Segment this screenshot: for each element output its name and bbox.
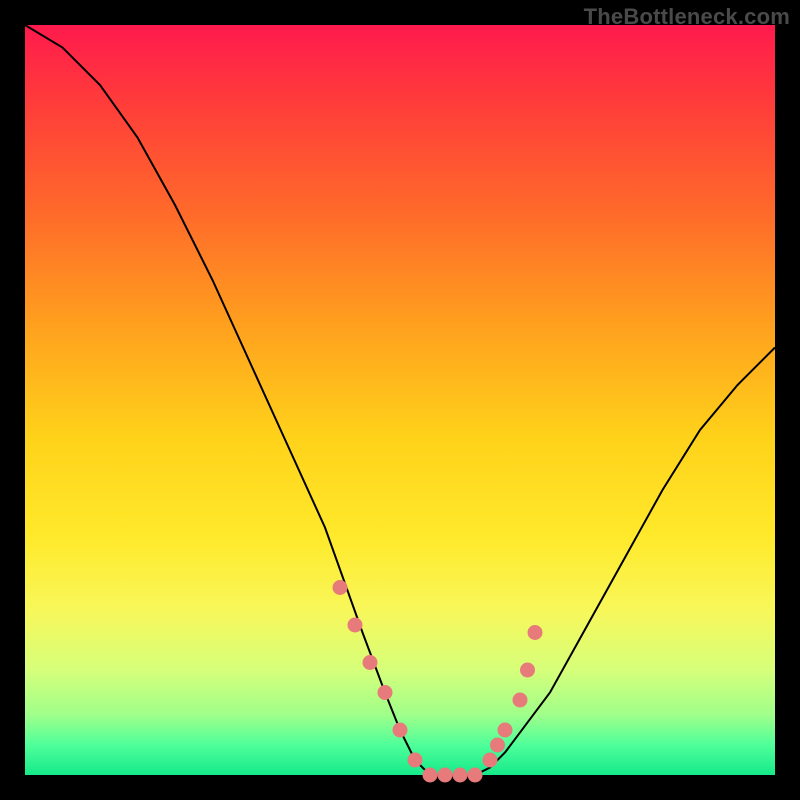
bottleneck-dot bbox=[521, 663, 535, 677]
chart-frame: TheBottleneck.com bbox=[0, 0, 800, 800]
bottleneck-dot bbox=[498, 723, 512, 737]
bottleneck-dot bbox=[468, 768, 482, 782]
bottleneck-dot bbox=[528, 626, 542, 640]
bottleneck-dot bbox=[483, 753, 497, 767]
bottleneck-dot bbox=[333, 581, 347, 595]
watermark-text: TheBottleneck.com bbox=[584, 4, 790, 30]
bottleneck-curve bbox=[25, 25, 775, 775]
bottleneck-dots-group bbox=[333, 581, 542, 783]
bottleneck-dot bbox=[453, 768, 467, 782]
bottleneck-dot bbox=[491, 738, 505, 752]
bottleneck-dot bbox=[408, 753, 422, 767]
bottleneck-dot bbox=[423, 768, 437, 782]
bottleneck-dot bbox=[513, 693, 527, 707]
bottleneck-dot bbox=[378, 686, 392, 700]
bottleneck-dot bbox=[348, 618, 362, 632]
bottleneck-dot bbox=[363, 656, 377, 670]
chart-overlay bbox=[25, 25, 775, 775]
bottleneck-dot bbox=[438, 768, 452, 782]
bottleneck-dot bbox=[393, 723, 407, 737]
